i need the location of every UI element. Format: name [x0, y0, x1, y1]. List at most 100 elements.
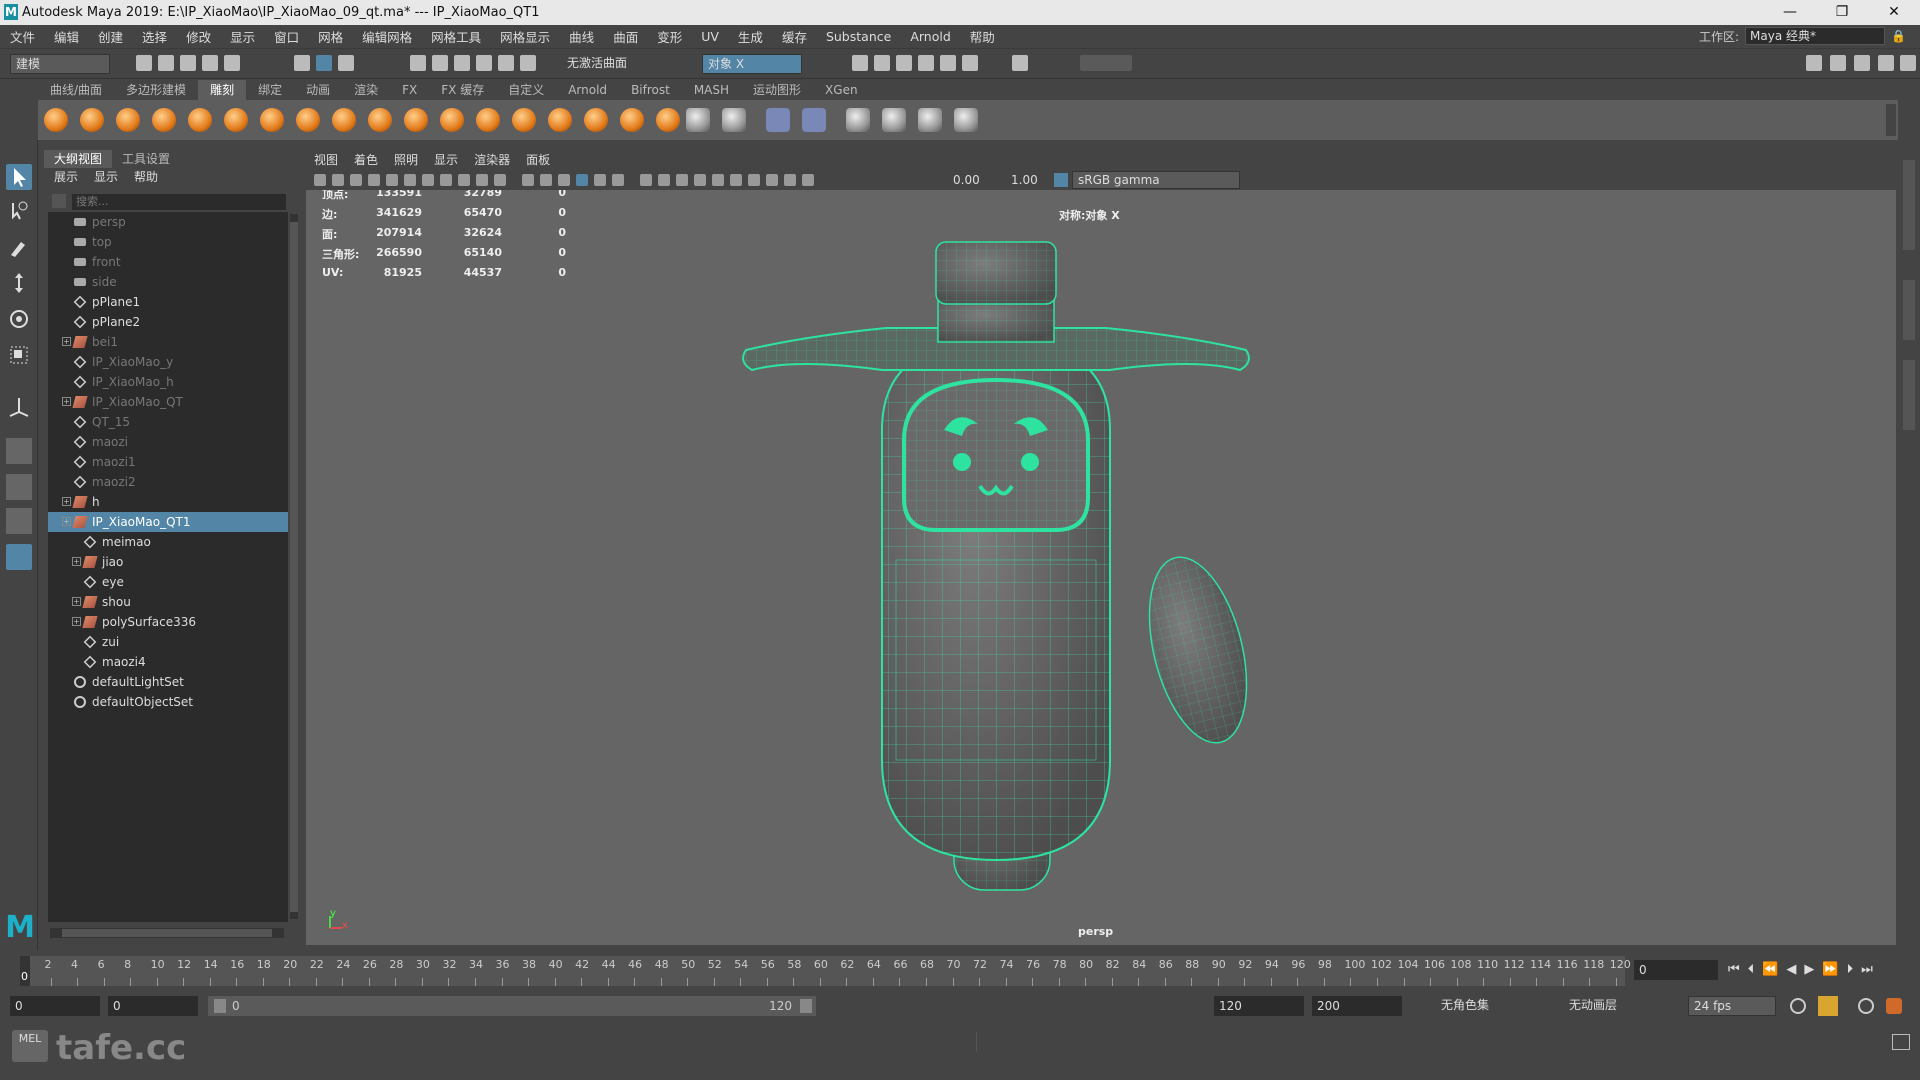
motion-blur-icon[interactable] [694, 174, 706, 186]
grab-brush-icon[interactable] [152, 108, 176, 132]
range-start-handle[interactable] [214, 999, 226, 1013]
shelf-tab-rendering[interactable]: 渲染 [342, 80, 390, 100]
four-view-layout-icon[interactable] [6, 474, 32, 500]
tab-outliner[interactable]: 大纲视图 [44, 150, 113, 168]
outliner-row[interactable]: maozi1 [48, 452, 288, 472]
freeze-brush-icon[interactable] [656, 108, 680, 132]
isolate-select-icon[interactable] [748, 174, 760, 186]
outliner-row[interactable]: maozi [48, 432, 288, 452]
outliner-row[interactable]: + IP_XiaoMao_QT [48, 392, 288, 412]
lasso-tool-icon[interactable] [6, 198, 32, 224]
select-object-icon[interactable] [316, 55, 332, 71]
wireframe-on-shaded-icon[interactable] [594, 174, 606, 186]
image-plane-icon[interactable] [368, 174, 380, 186]
step-forward-key-icon[interactable]: ⏵ [1847, 962, 1854, 977]
outliner-row[interactable]: zui [48, 632, 288, 652]
expand-icon[interactable]: + [72, 617, 81, 626]
shelf-tab-poly[interactable]: 多边形建模 [114, 80, 198, 100]
expand-icon[interactable]: + [72, 557, 81, 566]
expand-icon[interactable]: + [72, 597, 81, 606]
menu-modify[interactable]: 修改 [186, 27, 211, 46]
character-mesh[interactable] [726, 240, 1266, 910]
channel-box-icon[interactable] [1878, 55, 1894, 71]
last-tool-icon[interactable] [6, 394, 32, 420]
playback-start-field[interactable]: 0 [108, 996, 198, 1016]
imprint-brush-icon[interactable] [368, 108, 392, 132]
snap-view-icon[interactable] [476, 55, 492, 71]
hypershade-icon[interactable] [918, 55, 934, 71]
amplify-brush-icon[interactable] [620, 108, 644, 132]
spray-brush-icon[interactable] [296, 108, 320, 132]
menu-mesh-display[interactable]: 网格显示 [500, 27, 550, 46]
menu-uv[interactable]: UV [701, 29, 719, 44]
screen-space-ao-icon[interactable] [676, 174, 688, 186]
snap-grid-icon[interactable] [410, 55, 426, 71]
menu-curves[interactable]: 曲线 [569, 27, 594, 46]
viewport-menu-show[interactable]: 显示 [434, 150, 458, 170]
multisample-aa-icon[interactable] [712, 174, 724, 186]
layer-editor-icon[interactable] [1900, 55, 1916, 71]
shelf-tab-custom[interactable]: 自定义 [496, 80, 556, 100]
go-to-start-icon[interactable]: ⏮ [1728, 962, 1740, 977]
outliner-vertical-scrollbar[interactable] [290, 214, 298, 919]
outliner-row[interactable]: front [48, 252, 288, 272]
menu-windows[interactable]: 窗口 [274, 27, 299, 46]
perspective-viewport[interactable]: 顶点: 133591 32789 0 边: 341629 65470 0 面: 207914 326… [306, 190, 1896, 945]
select-tool-icon[interactable] [6, 164, 32, 190]
textured-icon[interactable] [612, 174, 624, 186]
expand-icon[interactable]: + [62, 497, 71, 506]
select-hierarchy-icon[interactable] [294, 55, 310, 71]
menu-create[interactable]: 创建 [98, 27, 123, 46]
relax-brush-icon[interactable] [116, 108, 140, 132]
fps-dropdown[interactable]: 24 fps [1688, 996, 1776, 1016]
outliner-layout-icon[interactable] [6, 544, 32, 570]
smooth-shade-icon[interactable] [576, 174, 588, 186]
expand-icon[interactable]: + [62, 397, 71, 406]
minimize-button[interactable]: — [1764, 0, 1816, 25]
viewport-menu-panels[interactable]: 面板 [526, 150, 550, 170]
mel-toggle-button[interactable]: MEL [12, 1030, 48, 1062]
step-forward-frame-icon[interactable]: ⏩ [1822, 962, 1838, 977]
flatten-brush-icon[interactable] [224, 108, 248, 132]
shelf-tab-rigging[interactable]: 绑定 [246, 80, 294, 100]
character-set-dropdown[interactable]: 无角色集 [1436, 996, 1546, 1016]
outliner-search-input[interactable]: 搜索... [72, 194, 286, 210]
outliner-row[interactable]: defaultObjectSet [48, 692, 288, 712]
playback-prefs-icon[interactable] [1886, 998, 1902, 1014]
live-surface-field[interactable]: 无激活曲面 [562, 54, 662, 74]
resolution-gate-icon[interactable] [458, 174, 470, 186]
smear-brush-icon[interactable] [548, 108, 572, 132]
field-chart-icon[interactable] [494, 174, 506, 186]
xray-icon[interactable] [766, 174, 778, 186]
shelf-tab-arnold[interactable]: Arnold [556, 80, 619, 100]
outliner-row[interactable]: maozi4 [48, 652, 288, 672]
animation-end-field[interactable]: 200 [1312, 996, 1402, 1016]
render-settings-icon[interactable] [896, 55, 912, 71]
arnold-render-icon[interactable] [962, 55, 978, 71]
render-current-icon[interactable] [852, 55, 868, 71]
outliner-row[interactable]: side [48, 272, 288, 292]
select-component-icon[interactable] [338, 55, 354, 71]
pause-icon[interactable] [1012, 55, 1028, 71]
outliner-menu-display[interactable]: 显示 [94, 168, 118, 186]
play-forward-icon[interactable]: ▶ [1804, 962, 1814, 977]
invert-mask-icon[interactable] [882, 108, 906, 132]
scale-tool-icon[interactable] [6, 342, 32, 368]
gate-mask-icon[interactable] [476, 174, 488, 186]
loop-icon[interactable] [1790, 998, 1806, 1014]
outliner-row[interactable]: + bei1 [48, 332, 288, 352]
outliner-row[interactable]: + jiao [48, 552, 288, 572]
outliner-horizontal-scrollbar[interactable] [50, 928, 284, 938]
menu-select[interactable]: 选择 [142, 27, 167, 46]
outliner-row[interactable]: QT_15 [48, 412, 288, 432]
unfreeze-icon[interactable] [722, 108, 746, 132]
mirror-mask-icon[interactable] [918, 108, 942, 132]
input-field-icon[interactable] [1080, 55, 1132, 71]
menu-cache[interactable]: 缓存 [782, 27, 807, 46]
outliner-menu-show[interactable]: 展示 [54, 168, 78, 186]
safe-action-icon[interactable] [522, 174, 534, 186]
ipr-render-icon[interactable] [874, 55, 890, 71]
depth-of-field-icon[interactable] [730, 174, 742, 186]
lock-icon[interactable]: 🔒 [1891, 29, 1906, 43]
undo-icon[interactable] [202, 55, 218, 71]
